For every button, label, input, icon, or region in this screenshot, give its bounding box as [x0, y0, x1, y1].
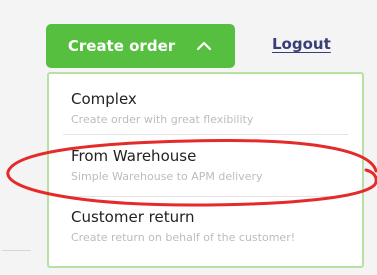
option-title: Customer return	[71, 208, 195, 226]
menu-divider	[63, 196, 348, 197]
option-description: Simple Warehouse to APM delivery	[71, 170, 263, 183]
menu-divider	[63, 134, 348, 135]
create-order-button[interactable]: Create order	[46, 24, 235, 68]
logout-link[interactable]: Logout	[272, 35, 331, 53]
option-title: Complex	[71, 90, 137, 108]
create-order-dropdown: Complex Create order with great flexibil…	[47, 72, 364, 268]
page-divider	[2, 250, 31, 251]
option-description: Create return on behalf of the customer!	[71, 231, 296, 244]
menu-option-complex[interactable]: Complex Create order with great flexibil…	[49, 90, 362, 127]
option-title: From Warehouse	[71, 147, 197, 165]
chevron-up-icon	[197, 41, 212, 51]
option-description: Create order with great flexibility	[71, 113, 254, 126]
menu-option-customer-return[interactable]: Customer return Create return on behalf …	[49, 208, 362, 245]
create-order-label: Create order	[67, 37, 176, 55]
menu-option-from-warehouse[interactable]: From Warehouse Simple Warehouse to APM d…	[49, 147, 362, 184]
